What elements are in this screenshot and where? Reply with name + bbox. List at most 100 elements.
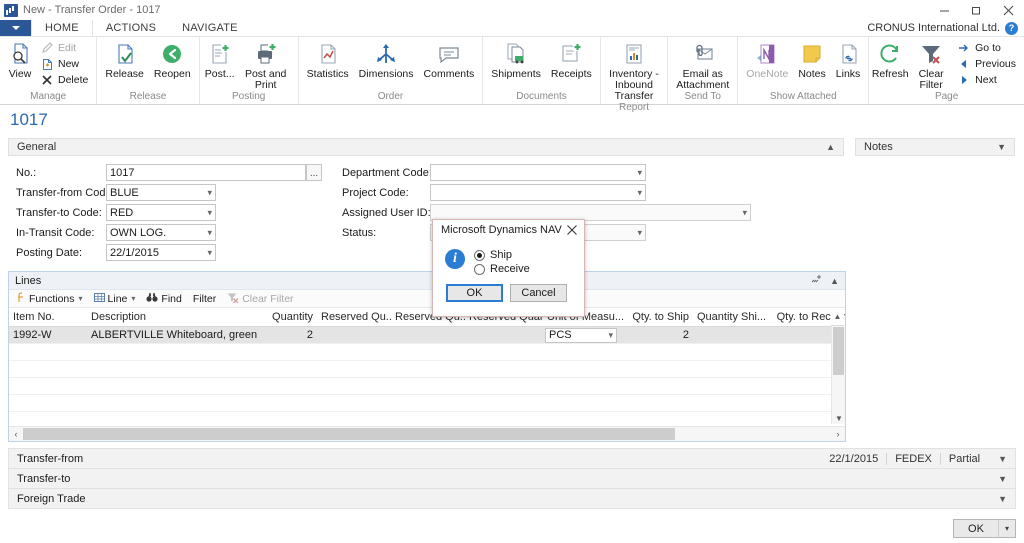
cell-qty-to-ship[interactable]: 2: [623, 326, 693, 344]
chevron-down-icon[interactable]: ▾: [207, 207, 212, 218]
vertical-scroll-thumb[interactable]: [833, 327, 844, 375]
table-row[interactable]: [9, 343, 845, 361]
line-menu-button[interactable]: Line ▾: [90, 292, 140, 306]
reopen-button[interactable]: Reopen: [149, 40, 196, 80]
fasttab-general-header[interactable]: General ▲: [8, 138, 844, 156]
shipments-button[interactable]: Shipments: [486, 40, 546, 80]
col-quantity[interactable]: Quantity: [257, 308, 317, 327]
help-icon[interactable]: ?: [1005, 21, 1018, 35]
lines-vertical-scrollbar[interactable]: ▼: [831, 326, 845, 424]
fasttab-notes-header[interactable]: Notes ▼: [855, 138, 1015, 156]
cell-reserved-qty-3[interactable]: [465, 326, 543, 344]
table-row[interactable]: [9, 411, 845, 424]
close-icon[interactable]: [564, 222, 580, 238]
previous-button[interactable]: Previous: [955, 56, 1021, 71]
cell-reserved-qty-2[interactable]: [391, 326, 465, 344]
horizontal-scroll-thumb[interactable]: [23, 428, 675, 440]
table-row[interactable]: [9, 394, 845, 412]
go-to-button[interactable]: Go to: [955, 40, 1021, 55]
chevron-down-icon[interactable]: ▾: [207, 227, 212, 238]
in-transit-code-input[interactable]: OWN LOG. ▾: [106, 224, 216, 241]
dimensions-button[interactable]: Dimensions: [354, 40, 419, 80]
tab-actions[interactable]: ACTIONS: [93, 20, 169, 36]
view-button[interactable]: View: [3, 40, 37, 80]
new-button[interactable]: New: [38, 56, 93, 71]
chevron-down-icon[interactable]: ▾: [637, 227, 642, 238]
receipts-button[interactable]: Receipts: [546, 40, 597, 80]
application-menu-button[interactable]: [0, 20, 31, 36]
col-reserved-qty-1[interactable]: Reserved Qu...: [317, 308, 391, 327]
minimize-icon[interactable]: [928, 0, 960, 20]
fasttab-foreign-trade[interactable]: Foreign Trade ▼: [8, 488, 1016, 509]
scroll-left-icon[interactable]: ‹: [9, 427, 23, 441]
scroll-up-icon[interactable]: ▲: [831, 308, 844, 326]
chevron-down-icon[interactable]: ▼: [998, 454, 1007, 464]
post-and-print-button[interactable]: Post and Print: [237, 40, 295, 91]
expand-grid-icon[interactable]: [810, 274, 823, 288]
no-input[interactable]: 1017: [106, 164, 306, 181]
chevron-down-icon[interactable]: ▾: [207, 247, 212, 258]
scroll-right-icon[interactable]: ›: [831, 427, 845, 441]
unit-of-measure-dropdown[interactable]: PCS ▾: [545, 327, 617, 342]
fasttab-transfer-from[interactable]: Transfer-from 22/1/2015 FEDEX Partial ▼: [8, 448, 1016, 469]
inventory-inbound-transfer-button[interactable]: Inventory - Inbound Transfer: [604, 40, 664, 102]
cell-reserved-qty-1[interactable]: [317, 326, 391, 344]
chevron-down-icon[interactable]: ▾: [79, 294, 83, 303]
chevron-down-icon[interactable]: ▼: [998, 474, 1007, 484]
chevron-up-icon[interactable]: ▲: [826, 142, 835, 152]
cell-description[interactable]: ALBERTVILLE Whiteboard, green: [87, 326, 257, 344]
cell-unit-of-measure[interactable]: PCS ▾: [543, 326, 623, 344]
find-button[interactable]: Find: [142, 292, 185, 306]
lines-horizontal-scrollbar[interactable]: ‹ ›: [9, 426, 845, 441]
close-icon[interactable]: [992, 0, 1024, 20]
statistics-button[interactable]: Statistics: [302, 40, 354, 80]
chevron-down-icon[interactable]: ▾: [131, 294, 135, 303]
clear-filter-button-lines[interactable]: Clear Filter: [223, 292, 297, 306]
scroll-down-icon[interactable]: ▼: [832, 412, 845, 424]
filter-button[interactable]: Filter: [189, 293, 220, 305]
col-item-no[interactable]: Item No.: [9, 308, 87, 327]
chevron-down-icon[interactable]: ▼: [998, 494, 1007, 504]
chevron-up-icon[interactable]: ▲: [830, 276, 839, 286]
lines-header[interactable]: Lines ▲: [9, 272, 845, 290]
transfer-to-code-input[interactable]: RED ▾: [106, 204, 216, 221]
tab-navigate[interactable]: NAVIGATE: [169, 20, 251, 36]
next-button[interactable]: Next: [955, 72, 1021, 87]
chevron-down-icon[interactable]: ▾: [207, 187, 212, 198]
posting-date-input[interactable]: 22/1/2015 ▾: [106, 244, 216, 261]
table-row[interactable]: [9, 377, 845, 395]
radio-receive-indicator[interactable]: [474, 263, 485, 275]
footer-ok-split-button[interactable]: OK ▾: [953, 519, 1016, 538]
post-button[interactable]: Post...: [203, 40, 237, 80]
release-button[interactable]: Release: [100, 40, 149, 80]
chevron-down-icon[interactable]: ▼: [997, 142, 1006, 152]
cell-quantity[interactable]: 2: [257, 326, 317, 344]
edit-button[interactable]: Edit: [38, 40, 93, 55]
chevron-down-icon[interactable]: ▾: [637, 167, 642, 178]
chevron-down-icon[interactable]: ▾: [742, 207, 747, 218]
email-as-attachment-button[interactable]: Email as Attachment: [671, 40, 734, 91]
radio-ship-indicator[interactable]: [474, 249, 485, 261]
restore-icon[interactable]: [960, 0, 992, 20]
table-row[interactable]: 1992-W ALBERTVILLE Whiteboard, green 2 P…: [9, 326, 845, 344]
functions-menu-button[interactable]: Functions ▾: [13, 291, 87, 306]
chevron-down-icon[interactable]: ▾: [998, 520, 1015, 537]
cell-item-no[interactable]: 1992-W: [9, 326, 87, 344]
transfer-from-code-input[interactable]: BLUE ▾: [106, 184, 216, 201]
clear-filter-button[interactable]: Clear Filter: [908, 40, 954, 91]
notes-button[interactable]: Notes: [793, 40, 830, 80]
fasttab-transfer-to[interactable]: Transfer-to ▼: [8, 468, 1016, 489]
links-button[interactable]: Links: [831, 40, 866, 80]
footer-ok-label[interactable]: OK: [954, 520, 998, 537]
radio-option-receive[interactable]: Receive: [474, 263, 530, 275]
delete-button[interactable]: Delete: [38, 72, 93, 87]
dialog-cancel-button[interactable]: Cancel: [510, 284, 567, 302]
comments-button[interactable]: Comments: [419, 40, 480, 80]
cell-quantity-shipped[interactable]: [693, 326, 771, 344]
onenote-button[interactable]: OneNote: [741, 40, 793, 80]
no-lookup-button[interactable]: ...: [306, 164, 322, 181]
project-code-input[interactable]: ▾: [430, 184, 646, 201]
refresh-button[interactable]: Refresh: [872, 40, 909, 80]
col-qty-to-ship[interactable]: Qty. to Ship: [623, 308, 693, 327]
tab-home[interactable]: HOME: [31, 20, 93, 36]
